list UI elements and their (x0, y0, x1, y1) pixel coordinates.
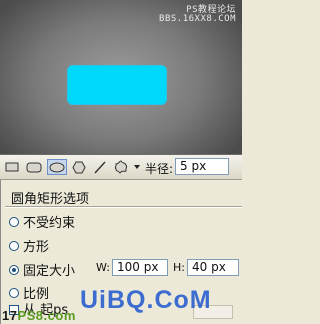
divider (5, 206, 242, 208)
option-fixed-size[interactable]: 固定大小 (9, 260, 75, 279)
ellipse-tool-button[interactable] (47, 159, 67, 175)
width-input[interactable]: 100 px (112, 259, 168, 276)
rounded-rectangle-icon (26, 162, 42, 172)
chevron-down-icon (134, 165, 140, 169)
radius-input[interactable]: 5 px (175, 158, 229, 175)
rounded-rectangle-shape[interactable] (67, 65, 167, 105)
option-square[interactable]: 方形 (9, 236, 49, 255)
tool-options-dropdown-button[interactable] (132, 159, 142, 175)
polygon-icon (72, 161, 86, 173)
rounded-rectangle-tool-button[interactable] (23, 159, 45, 175)
ellipse-icon (49, 162, 65, 172)
width-label: W: (96, 261, 110, 274)
line-tool-button[interactable] (91, 159, 109, 175)
custom-shape-icon (114, 160, 127, 174)
custom-shape-tool-button[interactable] (112, 159, 130, 175)
document-canvas[interactable]: PS教程论坛 BBS.16XX8.COM (0, 0, 242, 154)
option-fixed-size-label: 固定大小 (23, 264, 76, 279)
radio-proportional[interactable] (9, 287, 19, 298)
radio-unconstrained[interactable] (9, 216, 19, 227)
option-square-label: 方形 (23, 240, 50, 255)
panel-title: 圆角矩形选项 (11, 192, 90, 207)
radio-fixed-size[interactable] (9, 264, 19, 275)
option-unconstrained-label: 不受约束 (23, 216, 76, 231)
rectangle-tool-button[interactable] (3, 159, 21, 175)
shape-options-toolbar: 半径: 5 px (0, 154, 242, 180)
watermark-forum-url: BBS.16XX8.COM (159, 14, 236, 24)
radius-label: 半径: (145, 162, 174, 176)
radio-square[interactable] (9, 240, 19, 251)
site-watermark: 17PS8.com (2, 308, 76, 323)
site-watermark-prefix: 17 (2, 308, 18, 323)
polygon-tool-button[interactable] (70, 159, 88, 175)
option-unconstrained[interactable]: 不受约束 (9, 212, 75, 231)
line-icon (94, 161, 106, 173)
height-input[interactable]: 40 px (187, 259, 239, 276)
height-label: H: (173, 261, 185, 274)
rectangle-icon (5, 162, 19, 172)
site-watermark-suffix: PS8.com (17, 308, 76, 323)
uibq-watermark: UiBQ.CoM (80, 286, 212, 314)
